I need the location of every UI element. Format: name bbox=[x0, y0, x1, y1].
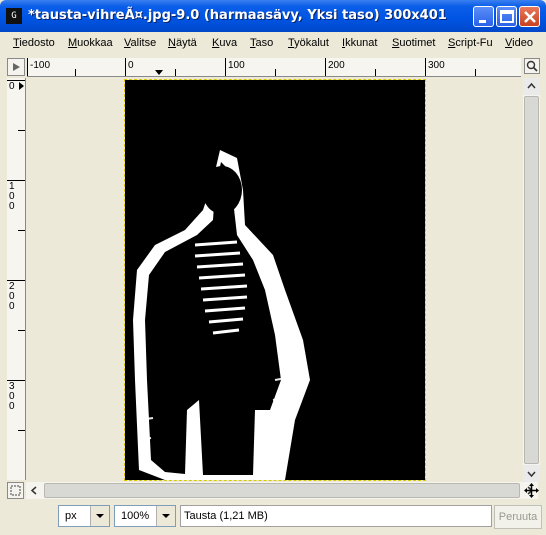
vertical-ruler[interactable]: 0 1 0 0 2 0 0 3 0 0 bbox=[7, 78, 26, 480]
quick-mask-toggle[interactable] bbox=[7, 58, 25, 76]
arrow-up-icon bbox=[527, 82, 536, 89]
magnifier-icon bbox=[526, 60, 538, 72]
status-message-box: Tausta (1,21 MB) bbox=[180, 505, 492, 527]
menu-suotimet[interactable]: Suotimet bbox=[392, 37, 435, 49]
chevron-down-icon bbox=[162, 514, 170, 518]
ruler-label: 0 bbox=[9, 81, 15, 92]
unit-dropdown-button[interactable] bbox=[90, 506, 109, 526]
horizontal-scroll-row bbox=[7, 482, 540, 499]
chevron-down-icon bbox=[96, 514, 104, 518]
menu-script-fu[interactable]: Script-Fu bbox=[448, 37, 493, 49]
ruler-label: 1 0 0 bbox=[9, 181, 15, 212]
title-bar[interactable]: G *tausta-vihreÃ¤.jpg-9.0 (harmaasävy, Y… bbox=[0, 0, 546, 32]
ruler-label: -100 bbox=[30, 60, 51, 71]
move-cross-icon bbox=[524, 483, 539, 498]
horizontal-scrollbar[interactable] bbox=[26, 482, 538, 499]
zoom-selector[interactable]: 100% bbox=[114, 505, 176, 527]
ruler-label: 200 bbox=[328, 60, 345, 71]
menu-nayta[interactable]: Näytä bbox=[168, 37, 197, 49]
zoom-value: 100% bbox=[121, 510, 150, 522]
menu-bar: Tiedosto Muokkaa Valitse Näytä Kuva Taso… bbox=[0, 32, 546, 54]
zoom-fit-button[interactable] bbox=[524, 58, 540, 74]
scroll-up-button[interactable] bbox=[523, 78, 540, 95]
gimp-image-window: G *tausta-vihreÃ¤.jpg-9.0 (harmaasävy, Y… bbox=[0, 0, 546, 535]
menu-video[interactable]: Video bbox=[505, 37, 533, 49]
horizontal-ruler[interactable]: -100 0 100 200 300 bbox=[27, 58, 521, 77]
ruler-label: 100 bbox=[228, 60, 245, 71]
minimize-button[interactable] bbox=[473, 6, 494, 27]
menu-muokkaa[interactable]: Muokkaa bbox=[68, 37, 113, 49]
maximize-icon bbox=[500, 10, 514, 23]
scroll-down-button[interactable] bbox=[523, 465, 540, 482]
unit-value: px bbox=[65, 510, 77, 522]
ruler-label: 2 0 0 bbox=[9, 281, 15, 312]
pointer-icon bbox=[13, 63, 20, 71]
gimp-icon: G bbox=[6, 8, 22, 24]
zoom-dropdown-button[interactable] bbox=[156, 506, 175, 526]
move-handle[interactable] bbox=[523, 482, 540, 499]
menu-valitse[interactable]: Valitse bbox=[124, 37, 156, 49]
ruler-label: 0 bbox=[128, 60, 134, 71]
unit-selector[interactable]: px bbox=[58, 505, 110, 527]
menu-tiedosto[interactable]: Tiedosto bbox=[13, 37, 55, 49]
grayscale-photo-silhouette bbox=[125, 80, 425, 480]
menu-ikkunat[interactable]: Ikkunat bbox=[342, 37, 377, 49]
window-title: *tausta-vihreÃ¤.jpg-9.0 (harmaasävy, Yks… bbox=[28, 8, 447, 23]
canvas-area[interactable] bbox=[27, 78, 521, 481]
minimize-icon bbox=[479, 20, 486, 23]
vertical-scroll-thumb[interactable] bbox=[524, 96, 539, 464]
status-bar: px 100% Tausta (1,21 MB) Peruuta bbox=[0, 501, 546, 535]
ruler-ticks bbox=[27, 58, 476, 76]
menu-kuva[interactable]: Kuva bbox=[212, 37, 237, 49]
image-canvas[interactable] bbox=[124, 79, 426, 481]
horizontal-scroll-thumb[interactable] bbox=[44, 483, 520, 498]
close-icon bbox=[524, 11, 536, 23]
navigate-icon bbox=[10, 485, 21, 496]
vertical-scrollbar[interactable] bbox=[523, 78, 540, 482]
menu-tyokalut[interactable]: Työkalut bbox=[288, 37, 329, 49]
ruler-label: 3 0 0 bbox=[9, 381, 15, 412]
cancel-button[interactable]: Peruuta bbox=[494, 505, 542, 529]
menu-taso[interactable]: Taso bbox=[250, 37, 273, 49]
ruler-label: 300 bbox=[428, 60, 445, 71]
close-button[interactable] bbox=[519, 6, 540, 27]
navigate-button[interactable] bbox=[7, 482, 24, 499]
arrow-down-icon bbox=[527, 471, 536, 478]
status-message: Tausta (1,21 MB) bbox=[184, 510, 268, 522]
maximize-button[interactable] bbox=[496, 6, 517, 27]
ruler-ticks bbox=[7, 80, 25, 431]
arrow-left-icon[interactable] bbox=[26, 482, 43, 499]
